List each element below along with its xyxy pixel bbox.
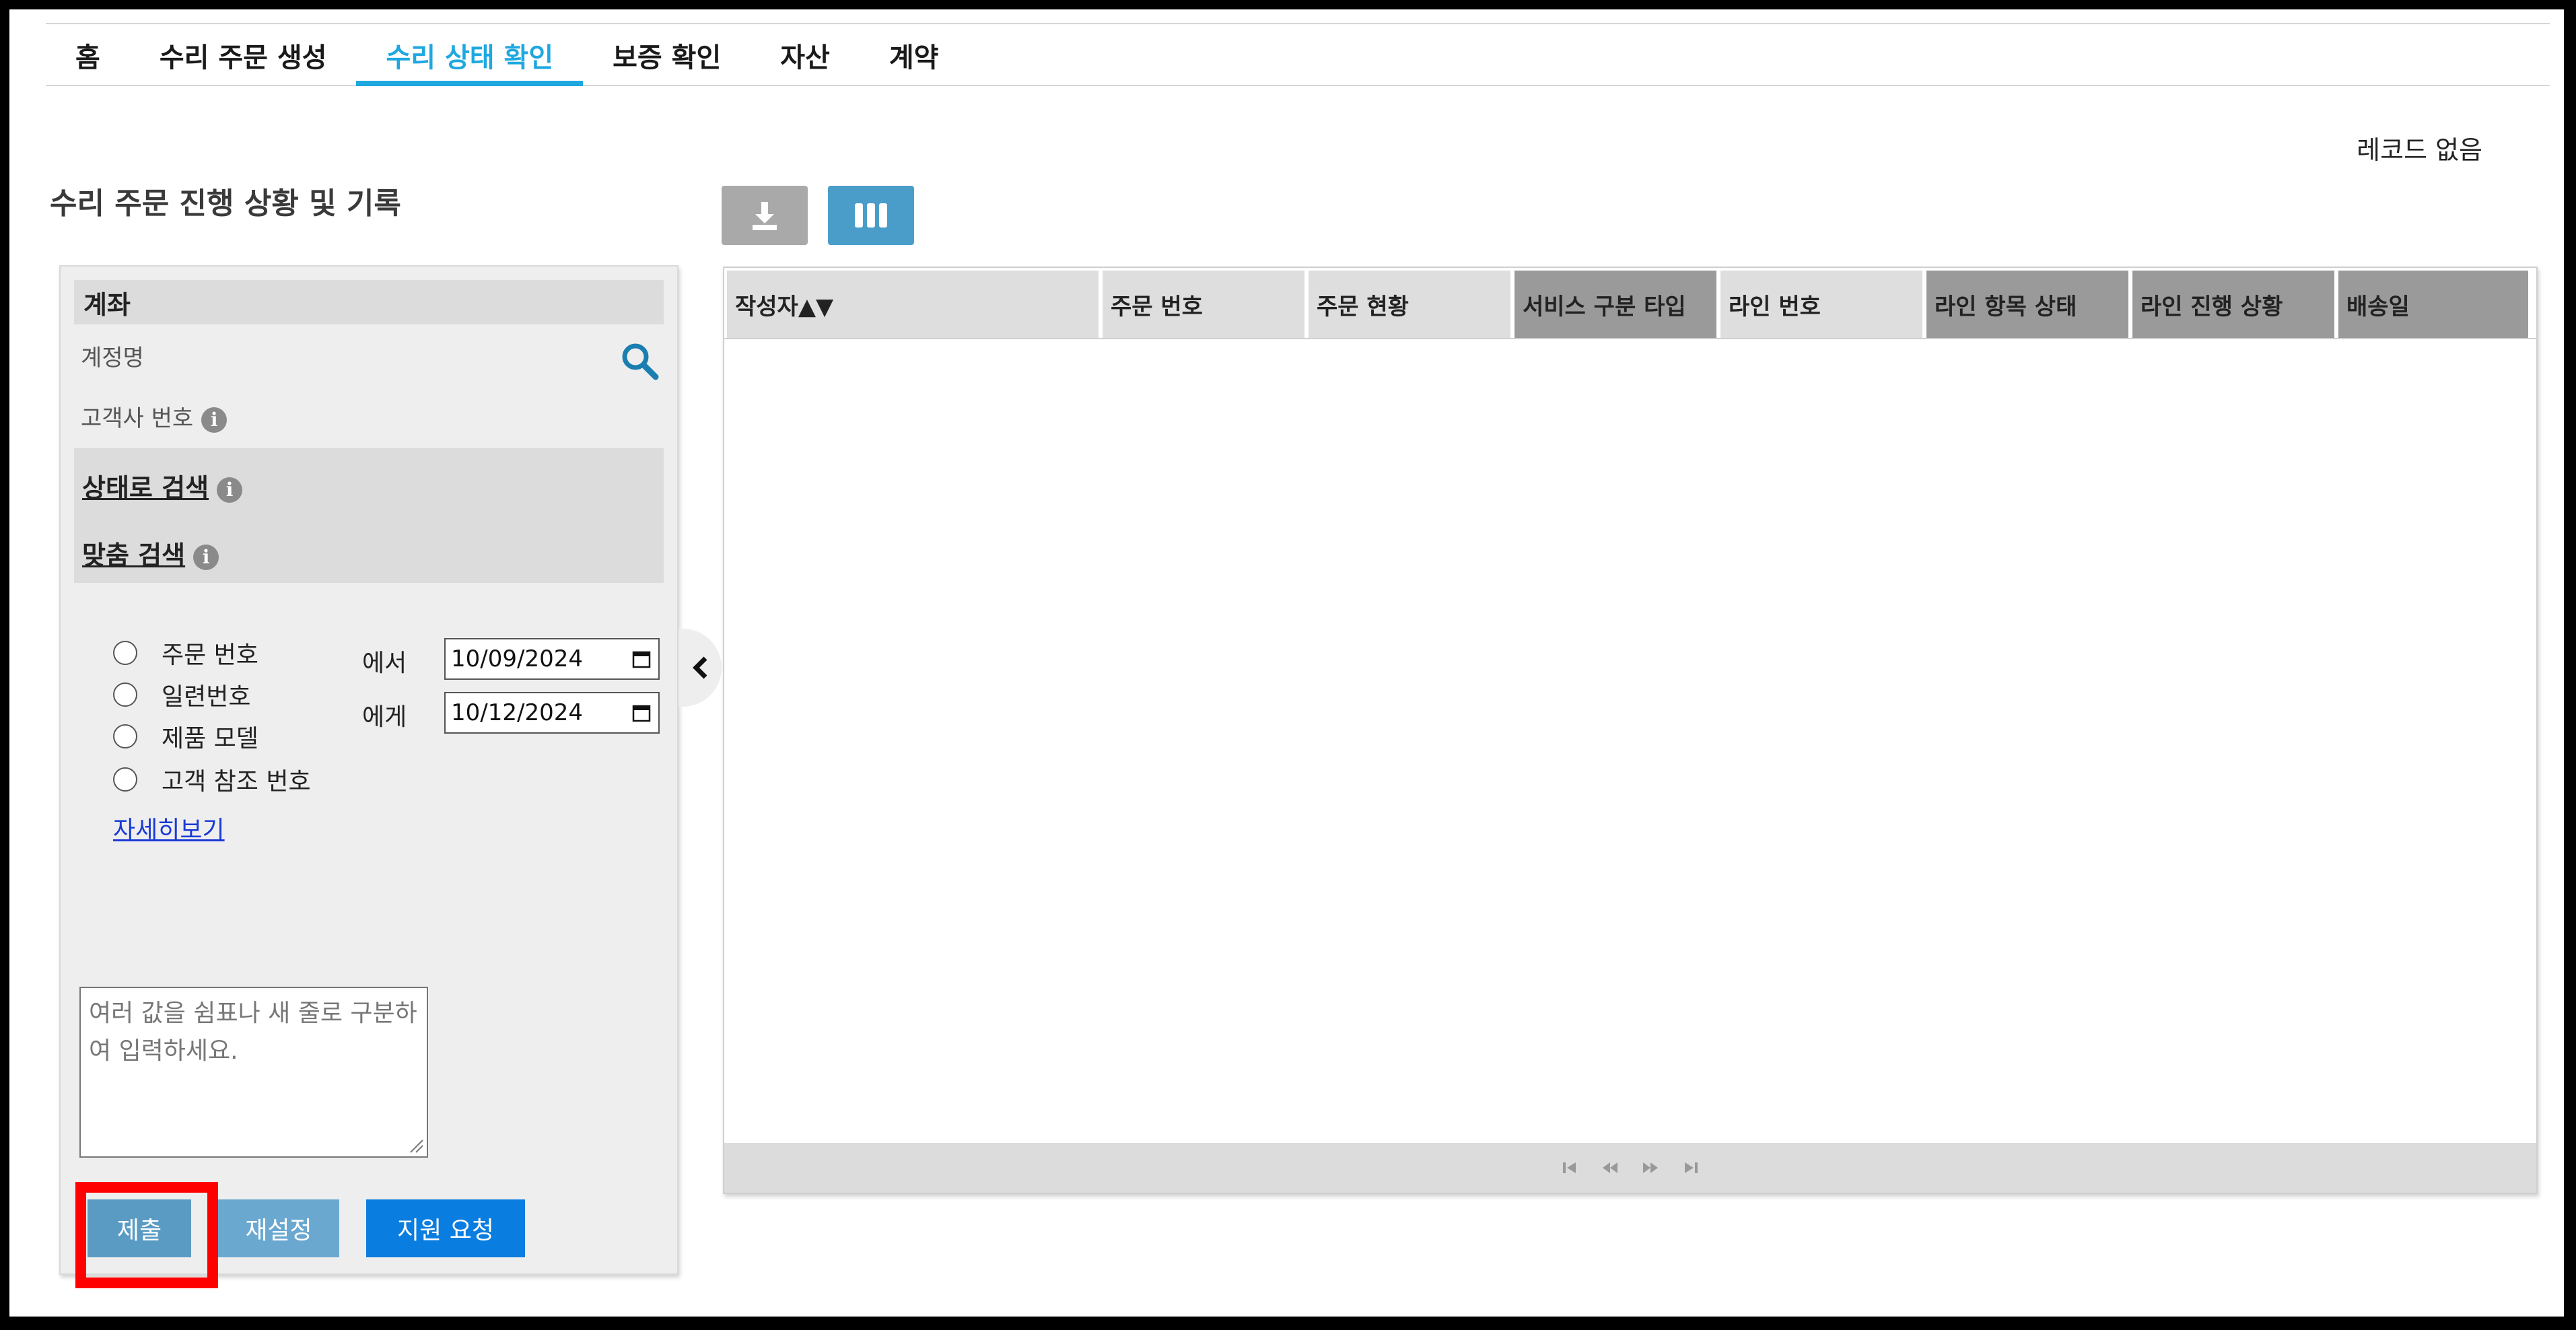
col-line-progress[interactable]: 라인 진행 상황 <box>2132 271 2334 338</box>
info-icon[interactable]: i <box>217 477 243 503</box>
col-order-status[interactable]: 주문 현황 <box>1309 271 1510 338</box>
filter-panel: 계좌 계정명 고객사 번호 i 상태로 검색 i 맞춤 검색 i 주문 번호 일련번호… <box>59 265 678 1288</box>
radio-customer-reference[interactable]: 고객 참조 번호 <box>113 762 311 797</box>
radio-label: 제품 모델 <box>162 725 258 753</box>
tab-create-repair-order[interactable]: 수리 주문 생성 <box>130 24 357 86</box>
columns-icon <box>855 203 887 228</box>
radio-button[interactable] <box>113 641 137 665</box>
account-header[interactable]: 계좌 <box>74 280 664 324</box>
tab-home[interactable]: 홈 <box>46 24 130 86</box>
account-name-label: 계정명 <box>81 345 144 372</box>
grid-header: 작성자▲▼ 주문 번호 주문 현황 서비스 구분 타입 라인 번호 라인 항목 … <box>724 268 2536 339</box>
columns-button[interactable] <box>828 186 914 245</box>
more-details-link[interactable]: 자세히보기 <box>113 810 225 845</box>
next-page-icon[interactable] <box>1642 1160 1659 1176</box>
search-by-status-row: 상태로 검색 i <box>82 467 243 504</box>
results-grid: 작성자▲▼ 주문 번호 주문 현황 서비스 구분 타입 라인 번호 라인 항목 … <box>723 267 2538 1194</box>
col-line-number[interactable]: 라인 번호 <box>1720 271 1922 338</box>
radio-label: 고객 참조 번호 <box>162 768 311 796</box>
to-date-input[interactable]: 10/12/2024 <box>444 692 660 734</box>
radio-label: 주문 번호 <box>162 641 258 669</box>
calendar-icon[interactable] <box>631 703 652 723</box>
search-icon[interactable] <box>619 341 660 381</box>
col-order-number[interactable]: 주문 번호 <box>1103 271 1304 338</box>
col-line-item-status[interactable]: 라인 항목 상태 <box>1926 271 2128 338</box>
tab-warranty-check[interactable]: 보증 확인 <box>583 24 751 86</box>
customer-number-label: 고객사 번호 <box>81 405 194 432</box>
from-date-value: 10/09/2024 <box>451 645 583 672</box>
from-date-input[interactable]: 10/09/2024 <box>444 638 660 680</box>
last-page-icon[interactable] <box>1682 1160 1700 1176</box>
multi-value-textarea[interactable]: 여러 값을 쉼표나 새 줄로 구분하여 입력하세요. <box>79 987 428 1158</box>
resize-grip-icon[interactable] <box>408 1138 424 1154</box>
highlight-box <box>75 1182 218 1288</box>
to-date-value: 10/12/2024 <box>451 699 583 726</box>
top-nav: 홈 수리 주문 생성 수리 상태 확인 보증 확인 자산 계약 <box>46 24 2550 86</box>
tab-assets[interactable]: 자산 <box>751 24 860 86</box>
radio-button[interactable] <box>113 767 137 792</box>
pagination-bar <box>724 1143 2536 1193</box>
to-label: 에게 <box>362 703 407 731</box>
col-ship-date[interactable]: 배송일 <box>2338 271 2528 338</box>
chevron-left-icon <box>693 656 707 679</box>
first-page-icon[interactable] <box>1561 1160 1578 1176</box>
from-label: 에서 <box>362 650 407 677</box>
tab-repair-status[interactable]: 수리 상태 확인 <box>356 24 584 86</box>
customer-number-row: 고객사 번호 i <box>81 400 228 433</box>
col-service-type[interactable]: 서비스 구분 타입 <box>1515 271 1716 338</box>
info-icon[interactable]: i <box>193 544 219 570</box>
tab-contracts[interactable]: 계약 <box>860 24 969 86</box>
radio-serial-number[interactable]: 일련번호 <box>113 677 250 712</box>
search-by-status-link[interactable]: 상태로 검색 <box>82 473 209 503</box>
app-frame: 홈 수리 주문 생성 수리 상태 확인 보증 확인 자산 계약 레코드 없음 수… <box>9 9 2564 1317</box>
custom-search-row: 맞춤 검색 i <box>82 534 219 571</box>
col-author[interactable]: 작성자▲▼ <box>727 271 1099 338</box>
radio-order-number[interactable]: 주문 번호 <box>113 635 258 670</box>
radio-button[interactable] <box>113 724 137 748</box>
download-button[interactable] <box>722 186 808 245</box>
custom-search-link[interactable]: 맞춤 검색 <box>82 540 185 570</box>
content: 홈 수리 주문 생성 수리 상태 확인 보증 확인 자산 계약 레코드 없음 수… <box>39 23 2550 1302</box>
info-icon[interactable]: i <box>201 407 228 433</box>
radio-product-model[interactable]: 제품 모델 <box>113 719 258 754</box>
support-request-button[interactable]: 지원 요청 <box>366 1199 525 1257</box>
radio-label: 일련번호 <box>162 683 251 711</box>
page-title: 수리 주문 진행 상황 및 기록 <box>50 186 401 221</box>
download-icon <box>753 202 777 230</box>
radio-button[interactable] <box>113 682 137 707</box>
textarea-placeholder: 여러 값을 쉼표나 새 줄로 구분하여 입력하세요. <box>89 1000 417 1065</box>
records-status: 레코드 없음 <box>2357 135 2482 165</box>
collapse-panel-handle[interactable] <box>678 629 722 707</box>
previous-page-icon[interactable] <box>1601 1160 1619 1176</box>
calendar-icon[interactable] <box>631 649 652 669</box>
reset-button[interactable]: 재설정 <box>218 1199 339 1257</box>
